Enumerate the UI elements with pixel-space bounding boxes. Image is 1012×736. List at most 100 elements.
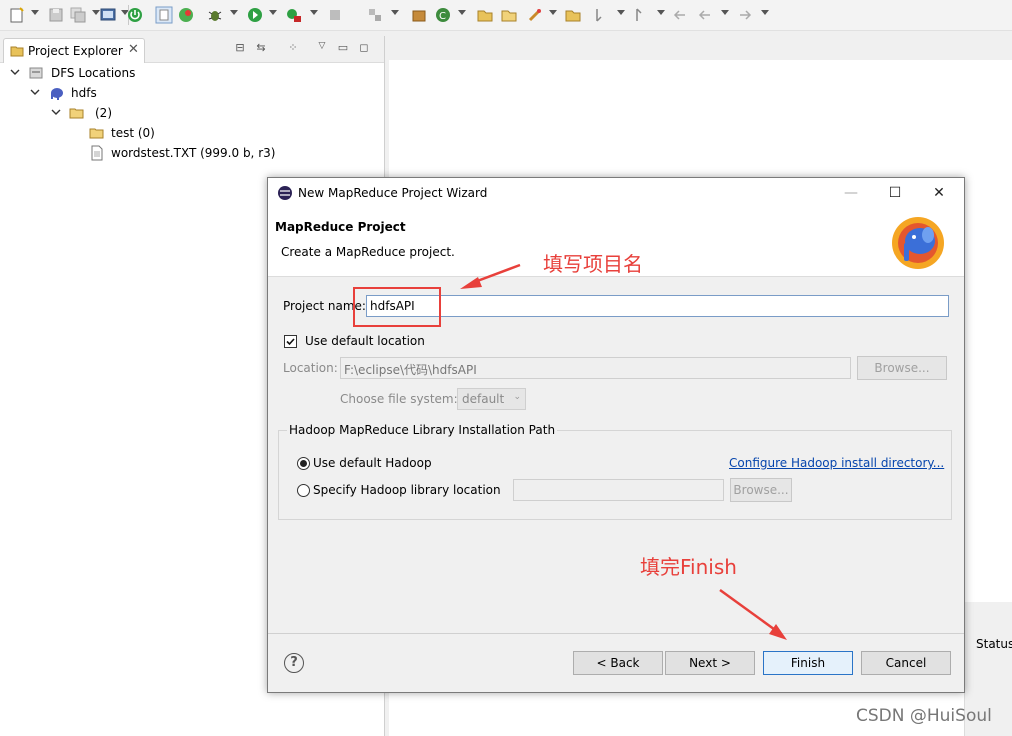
eclipse-icon	[278, 186, 292, 200]
tree-item-label: wordstest.TXT (999.0 b, r3)	[111, 146, 276, 160]
build-dropdown-icon[interactable]	[391, 10, 399, 15]
location-label: Location:	[283, 361, 338, 375]
file-system-select[interactable]: default ⌄	[457, 388, 526, 410]
next-annotation-dropdown-icon[interactable]	[617, 10, 625, 15]
project-explorer-icon	[10, 46, 24, 57]
file-icon	[89, 145, 105, 161]
use-default-location-checkbox[interactable]	[284, 335, 297, 348]
cancel-button[interactable]: Cancel	[861, 651, 951, 675]
location-browse-button[interactable]: Browse...	[857, 356, 947, 380]
hadoop-browse-button[interactable]: Browse...	[730, 478, 792, 502]
minimize-window-icon[interactable]: —	[829, 180, 873, 206]
view-menu-icon[interactable]: ▽	[315, 41, 329, 55]
next-annotation-icon[interactable]	[592, 6, 610, 24]
chevron-down-icon: ⌄	[513, 392, 521, 402]
build-icon[interactable]	[366, 6, 384, 24]
maximize-window-icon[interactable]: ☐	[873, 180, 917, 206]
specify-hadoop-radio[interactable]	[297, 484, 310, 497]
tab-label: Project Explorer	[28, 44, 123, 58]
browser-icon[interactable]	[177, 6, 195, 24]
new-package-icon[interactable]	[410, 6, 428, 24]
use-default-hadoop-radio[interactable]	[297, 457, 310, 470]
dialog-titlebar[interactable]: New MapReduce Project Wizard — ☐ ✕	[268, 178, 964, 208]
new-class-dropdown-icon[interactable]	[458, 10, 466, 15]
hadoop-library-input[interactable]	[513, 479, 724, 501]
project-name-input[interactable]: hdfsAPI	[366, 295, 949, 317]
folder-open-icon	[69, 105, 85, 121]
status-column-header[interactable]: Status	[976, 637, 1012, 651]
minimize-icon[interactable]: ▭	[336, 41, 350, 55]
back-button[interactable]: < Back	[573, 651, 663, 675]
next-button[interactable]: Next >	[665, 651, 755, 675]
power-icon[interactable]	[126, 6, 144, 24]
location-input[interactable]: F:\eclipse\代码\hdfsAPI	[340, 357, 851, 379]
file-system-label: Choose file system:	[340, 392, 458, 406]
file-system-value: default	[462, 392, 505, 406]
prev-annotation-dropdown-icon[interactable]	[657, 10, 665, 15]
forward-icon[interactable]	[736, 6, 754, 24]
save-all-icon[interactable]	[69, 6, 87, 24]
watermark: CSDN @HuiSoul	[856, 706, 992, 726]
save-icon[interactable]	[47, 6, 65, 24]
chevron-down-icon[interactable]	[51, 106, 61, 116]
help-icon[interactable]: ?	[284, 653, 304, 673]
link-editor-icon[interactable]: ⇆	[254, 41, 268, 55]
specify-hadoop-label[interactable]: Specify Hadoop library location	[313, 483, 501, 497]
finish-button[interactable]: Finish	[763, 651, 853, 675]
run-icon[interactable]	[246, 6, 264, 24]
prev-annotation-icon[interactable]	[632, 6, 650, 24]
debug-icon[interactable]	[206, 6, 224, 24]
console-icon[interactable]	[99, 6, 117, 24]
dialog-title: New MapReduce Project Wizard	[298, 186, 488, 200]
chevron-down-icon[interactable]	[30, 86, 40, 96]
hadoop-elephant-icon	[892, 217, 944, 269]
open-type-icon[interactable]	[476, 6, 494, 24]
maximize-icon[interactable]: ◻	[357, 41, 371, 55]
folder-icon[interactable]	[564, 6, 582, 24]
run-dropdown-icon[interactable]	[269, 10, 277, 15]
use-default-location-label[interactable]: Use default location	[305, 334, 425, 348]
editor-tabbar	[389, 36, 1012, 60]
chevron-down-icon[interactable]	[10, 66, 20, 76]
close-window-icon[interactable]: ✕	[917, 180, 961, 206]
new-wizard-icon[interactable]	[8, 6, 26, 24]
svg-text:C: C	[439, 11, 446, 22]
stop-icon[interactable]	[326, 6, 344, 24]
close-icon[interactable]: ✕	[128, 42, 139, 57]
focus-icon[interactable]: ⁘	[286, 41, 300, 55]
footer-separator	[268, 633, 964, 634]
last-edit-icon[interactable]	[671, 6, 689, 24]
hadoop-library-groupbox	[278, 430, 952, 520]
toggle-mark-icon[interactable]	[155, 6, 173, 24]
configure-hadoop-link[interactable]: Configure Hadoop install directory...	[729, 456, 944, 470]
back-dropdown-icon[interactable]	[721, 10, 729, 15]
new-class-icon[interactable]: C	[434, 6, 452, 24]
tab-project-explorer[interactable]: Project Explorer ✕	[3, 38, 145, 63]
search-icon[interactable]	[526, 6, 544, 24]
new-dropdown-icon[interactable]	[31, 10, 39, 15]
tree-item-wordstest-file[interactable]: wordstest.TXT (999.0 b, r3)	[89, 143, 369, 163]
open-folder-icon[interactable]	[500, 6, 518, 24]
folder-icon	[89, 125, 105, 141]
main-toolbar: C	[0, 0, 1012, 31]
tree-item-test-folder[interactable]: test (0)	[89, 123, 369, 143]
annotation-highlight-box	[353, 287, 441, 327]
radio-dot	[300, 460, 307, 467]
tree-item-label: DFS Locations	[51, 66, 136, 80]
external-tools-icon[interactable]	[285, 6, 303, 24]
external-tools-dropdown-icon[interactable]	[310, 10, 318, 15]
search-dropdown-icon[interactable]	[549, 10, 557, 15]
forward-dropdown-icon[interactable]	[761, 10, 769, 15]
back-icon[interactable]	[696, 6, 714, 24]
collapse-all-icon[interactable]: ⊟	[233, 41, 247, 55]
tree-item-root-folder[interactable]: (2)	[51, 103, 371, 123]
hadoop-group-title: Hadoop MapReduce Library Installation Pa…	[287, 423, 558, 437]
explorer-tabbar: Project Explorer ✕ ⊟ ⇆ ⁘ ▽ ▭ ◻	[0, 36, 384, 63]
tree-item-label: (2)	[95, 106, 112, 120]
tree-item-dfs-locations[interactable]: DFS Locations	[10, 63, 370, 83]
elephant-icon	[48, 85, 64, 101]
use-default-hadoop-label[interactable]: Use default Hadoop	[313, 456, 432, 470]
tree-item-label: test (0)	[111, 126, 155, 140]
tree-item-hdfs[interactable]: hdfs	[30, 83, 370, 103]
debug-dropdown-icon[interactable]	[230, 10, 238, 15]
